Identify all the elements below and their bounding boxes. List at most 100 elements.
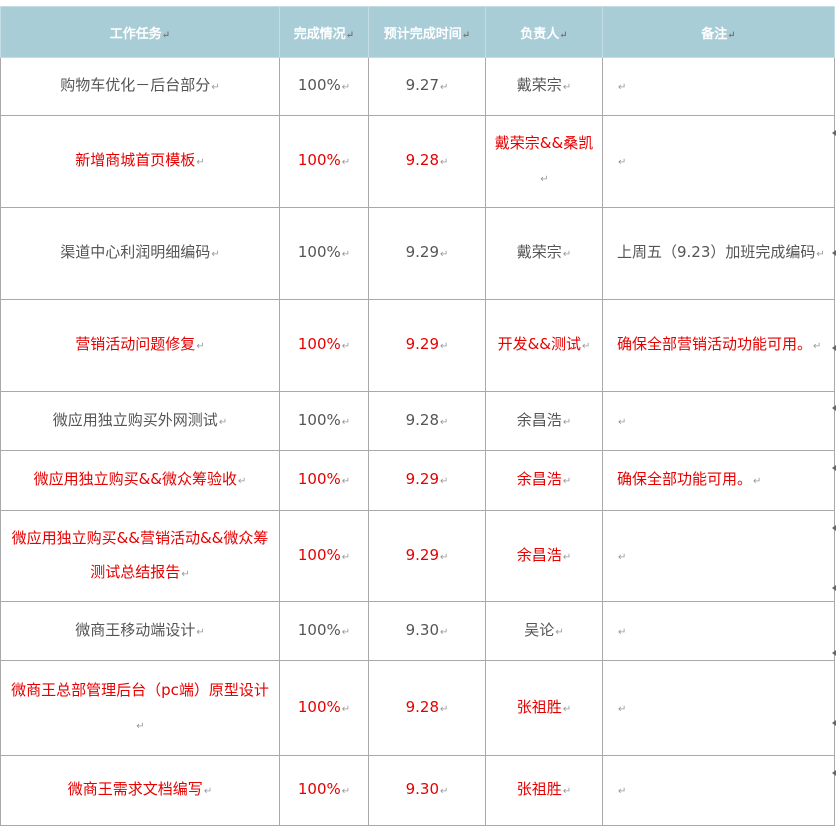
cell-due-text: 9.29 [405,335,439,353]
margin-marker-icon [832,585,836,591]
cell-task: 渠道中心利润明细编码↵ [0,207,280,300]
paragraph-mark-icon: ↵ [341,341,351,352]
table-row: 微商王需求文档编写↵ 100%↵ 9.30↵ 张祖胜↵ ↵ [0,755,835,826]
paragraph-mark-icon: ↵ [440,249,449,260]
cell-note: 确保全部营销活动功能可用。↵ [602,299,835,392]
cell-due: 9.28↵ [368,660,486,756]
margin-marker-icon [832,130,836,136]
cell-task-text: 新增商城首页模板 [75,151,196,169]
paragraph-mark-icon: ↵ [618,551,627,563]
cell-task-text: 营销活动问题修复 [75,335,196,353]
cell-status-text: 100% [297,335,341,353]
cell-note: ↵ [602,391,835,451]
margin-marker-icon [832,465,836,471]
cell-task: 新增商城首页模板↵ [0,115,280,208]
cell-note: 上周五（9.23）加班完成编码↵ [602,207,835,300]
paragraph-mark-icon: ↵ [440,551,449,563]
table-row: 微商王移动端设计↵ 100%↵ 9.30↵ 吴论↵ ↵ [0,601,835,661]
cell-status-text: 100% [297,697,341,716]
cell-status: 100%↵ [279,755,369,826]
cell-owner-text: 余昌浩 [516,470,562,488]
cell-due-text: 9.28 [405,697,439,716]
cell-task: 微商王需求文档编写↵ [0,755,280,826]
cell-task-text: 微应用独立购买&&微众筹验收 [33,470,237,488]
cell-task-text: 微商王总部管理后台（pc端）原型设计 [11,680,269,699]
header-status: 完成情况↵ [279,6,369,58]
cell-note: ↵ [602,57,835,116]
cell-owner: 余昌浩↵ [485,510,603,602]
cell-owner: 余昌浩↵ [485,391,603,451]
paragraph-mark-icon: ↵ [440,416,449,428]
paragraph-mark-icon: ↵ [341,249,351,260]
cell-owner: 张祖胜↵ [485,755,603,826]
paragraph-mark-icon: ↵ [196,626,205,638]
paragraph-mark-icon: ↵ [341,416,351,428]
cell-task-text: 购物车优化－后台部分 [60,76,211,94]
paragraph-mark-icon: ↵ [816,249,825,260]
cell-task-text: 微应用独立购买&&营销活动&&微众筹 测试总结报告 [11,528,269,581]
cell-note-text: 上周五（9.23）加班完成编码 [617,243,816,261]
paragraph-mark-icon: ↵ [440,786,449,797]
header-task: 工作任务↵ [0,6,280,58]
cell-due-text: 9.30 [405,780,439,798]
table-row: 营销活动问题修复↵ 100%↵ 9.29↵ 开发&&测试↵ 确保全部营销活动功能可用。↵ [0,299,835,392]
cell-task-text: 微商王需求文档编写 [67,780,203,798]
cell-due: 9.29↵ [368,299,486,392]
cell-status-text: 100% [297,470,341,488]
paragraph-mark-icon: ↵ [211,249,220,260]
paragraph-mark-icon: ↵ [618,416,627,428]
header-row: 工作任务↵ 完成情况↵ 预计完成时间↵ 负责人↵ 备注↵ [0,6,835,58]
paragraph-mark-icon: ↵ [555,626,564,638]
cell-status-text: 100% [297,151,341,169]
task-table: 工作任务↵ 完成情况↵ 预计完成时间↵ 负责人↵ 备注↵ 购物车优化－后台部分↵… [0,6,835,826]
cell-owner: 戴荣宗↵ [485,57,603,116]
paragraph-mark-icon: ↵ [440,703,449,715]
margin-marker-icon [832,250,836,256]
paragraph-mark-icon: ↵ [211,82,220,93]
paragraph-mark-icon: ↵ [341,157,351,168]
table-row: 新增商城首页模板↵ 100%↵ 9.28↵ 戴荣宗&&桑凯↵ ↵ [0,115,835,208]
cell-status-text: 100% [297,545,341,564]
cell-task: 营销活动问题修复↵ [0,299,280,392]
paragraph-mark-icon: ↵ [440,157,449,168]
document-page: 工作任务↵ 完成情况↵ 预计完成时间↵ 负责人↵ 备注↵ 购物车优化－后台部分↵… [0,0,838,826]
cell-note: ↵ [602,755,835,826]
cell-owner-text: 戴荣宗 [516,76,562,94]
paragraph-mark-icon: ↵ [440,341,449,352]
cell-status: 100%↵ [279,57,369,116]
paragraph-mark-icon: ↵ [618,626,627,638]
cell-note-text: 确保全部营销活动功能可用。 [617,335,813,353]
cell-task-text: 渠道中心利润明细编码 [60,243,211,261]
cell-status-text: 100% [297,76,341,94]
cell-note: ↵ [602,660,835,756]
cell-status-text: 100% [297,620,341,639]
cell-status: 100%↵ [279,510,369,602]
margin-marker-icon [832,650,836,656]
cell-task: 微商王总部管理后台（pc端）原型设计 ↵ [0,660,280,756]
cell-status: 100%↵ [279,450,369,511]
paragraph-mark-icon: ↵ [181,568,190,580]
cell-due: 9.29↵ [368,207,486,300]
paragraph-mark-icon: ↵ [341,786,351,797]
paragraph-mark-icon: ↵ [618,82,627,93]
cell-owner: 开发&&测试↵ [485,299,603,392]
paragraph-mark-icon: ↵ [562,416,572,428]
cell-note: ↵ [602,601,835,661]
paragraph-mark-icon: ↵ [562,82,572,93]
table-row: 渠道中心利润明细编码↵ 100%↵ 9.29↵ 戴荣宗↵ 上周五（9.23）加班完成编码… [0,207,835,300]
paragraph-mark-icon: ↵ [440,82,449,93]
cell-task: 购物车优化－后台部分↵ [0,57,280,116]
cell-due: 9.30↵ [368,755,486,826]
paragraph-mark-icon: ↵ [618,157,627,168]
cell-due: 9.30↵ [368,601,486,661]
cell-status-text: 100% [297,243,341,261]
paragraph-mark-icon: ↵ [196,341,205,352]
cell-owner-text: 开发&&测试 [497,335,581,353]
paragraph-mark-icon: ↵ [136,720,145,732]
cell-status: 100%↵ [279,601,369,661]
paragraph-mark-icon: ↵ [562,476,572,487]
cell-owner-text: 余昌浩 [516,410,562,429]
cell-owner-text: 张祖胜 [516,697,562,716]
cell-due: 9.28↵ [368,115,486,208]
cell-owner-text: 余昌浩 [516,545,562,564]
